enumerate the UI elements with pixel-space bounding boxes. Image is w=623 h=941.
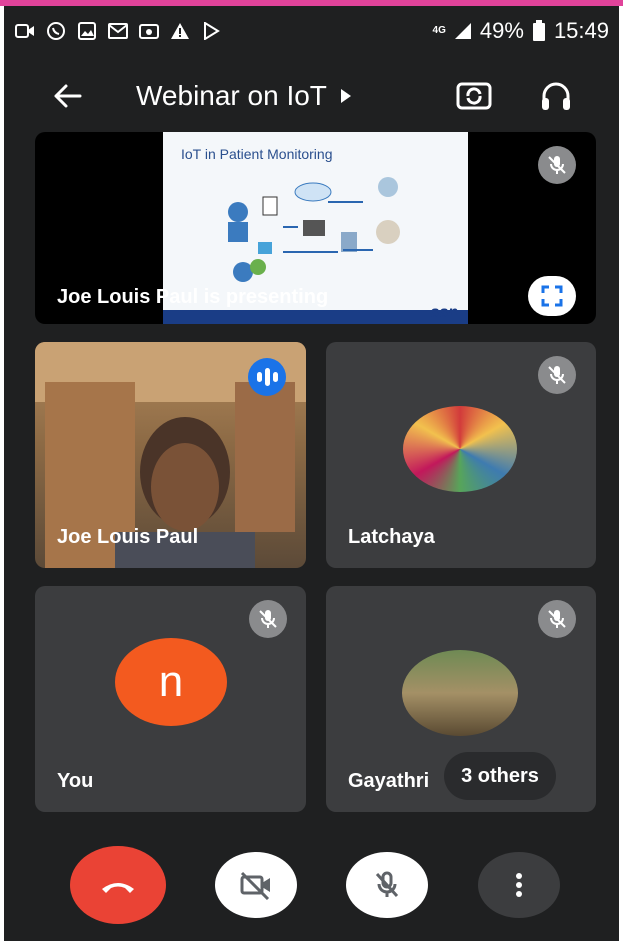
clock: 15:49	[553, 18, 609, 43]
call-controls	[4, 838, 619, 928]
mic-off-icon	[538, 356, 576, 394]
mic-off-icon	[538, 600, 576, 638]
end-call-button[interactable]	[70, 846, 166, 924]
meeting-title[interactable]: Webinar on IoT	[136, 80, 353, 112]
participant-tile[interactable]: Gayathri 3 others	[326, 586, 596, 812]
warning-icon	[169, 20, 191, 42]
status-indicators: 4G 49% 15:49	[433, 18, 609, 44]
participant-name: Gayathri	[348, 770, 430, 792]
video-icon	[14, 20, 36, 42]
switch-camera-icon[interactable]	[454, 78, 494, 114]
participant-name: Joe Louis Paul	[57, 526, 199, 548]
avatar	[403, 406, 517, 492]
notification-icons	[14, 20, 222, 42]
more-options-button[interactable]	[478, 852, 560, 918]
participant-name: Latchaya	[348, 526, 435, 548]
slide-logo: ssn	[430, 304, 458, 321]
network-type: 4G	[432, 25, 446, 36]
end-call-icon	[102, 883, 134, 893]
meeting-title-text: Webinar on IoT	[136, 80, 327, 111]
presenter-label: Joe Louis Paul is presenting	[57, 286, 329, 308]
participant-tile[interactable]: Latchaya	[326, 342, 596, 568]
slide-footer-bar	[163, 310, 468, 324]
whatsapp-icon	[45, 20, 67, 42]
participant-tile[interactable]: Joe Louis Paul	[35, 342, 306, 568]
mic-off-icon	[375, 871, 399, 898]
back-arrow-icon[interactable]	[48, 78, 88, 114]
more-vert-icon	[516, 873, 522, 897]
status-bar: 4G 49% 15:49	[4, 6, 619, 58]
presentation-tile[interactable]: IoT in Patient Monitoring ssn Joe Louis …	[35, 132, 596, 324]
avatar	[402, 650, 518, 736]
battery-icon	[532, 20, 545, 41]
avatar: n	[115, 638, 227, 726]
camera-toggle-button[interactable]	[215, 852, 297, 918]
headset-icon[interactable]	[536, 78, 576, 114]
slide-title: IoT in Patient Monitoring	[181, 146, 333, 162]
camera-off-icon	[240, 871, 270, 900]
screenshot-icon	[138, 20, 160, 42]
mail-icon	[107, 20, 129, 42]
caret-right-icon	[340, 89, 351, 103]
participant-tile[interactable]: n You	[35, 586, 306, 812]
mic-off-icon	[538, 146, 576, 184]
play-store-icon	[200, 20, 222, 42]
battery-percent: 49%	[479, 18, 524, 43]
speaking-icon	[248, 358, 286, 396]
meet-screen: 4G 49% 15:49 Webinar on IoT IoT in Patie…	[4, 6, 619, 941]
gallery-icon	[76, 20, 98, 42]
fullscreen-icon[interactable]	[528, 276, 576, 316]
mic-toggle-button[interactable]	[346, 852, 428, 918]
others-button[interactable]: 3 others	[444, 752, 556, 800]
signal-icon	[454, 23, 471, 39]
participant-name: You	[57, 770, 94, 792]
mic-off-icon	[249, 600, 287, 638]
app-bar: Webinar on IoT	[4, 66, 619, 126]
